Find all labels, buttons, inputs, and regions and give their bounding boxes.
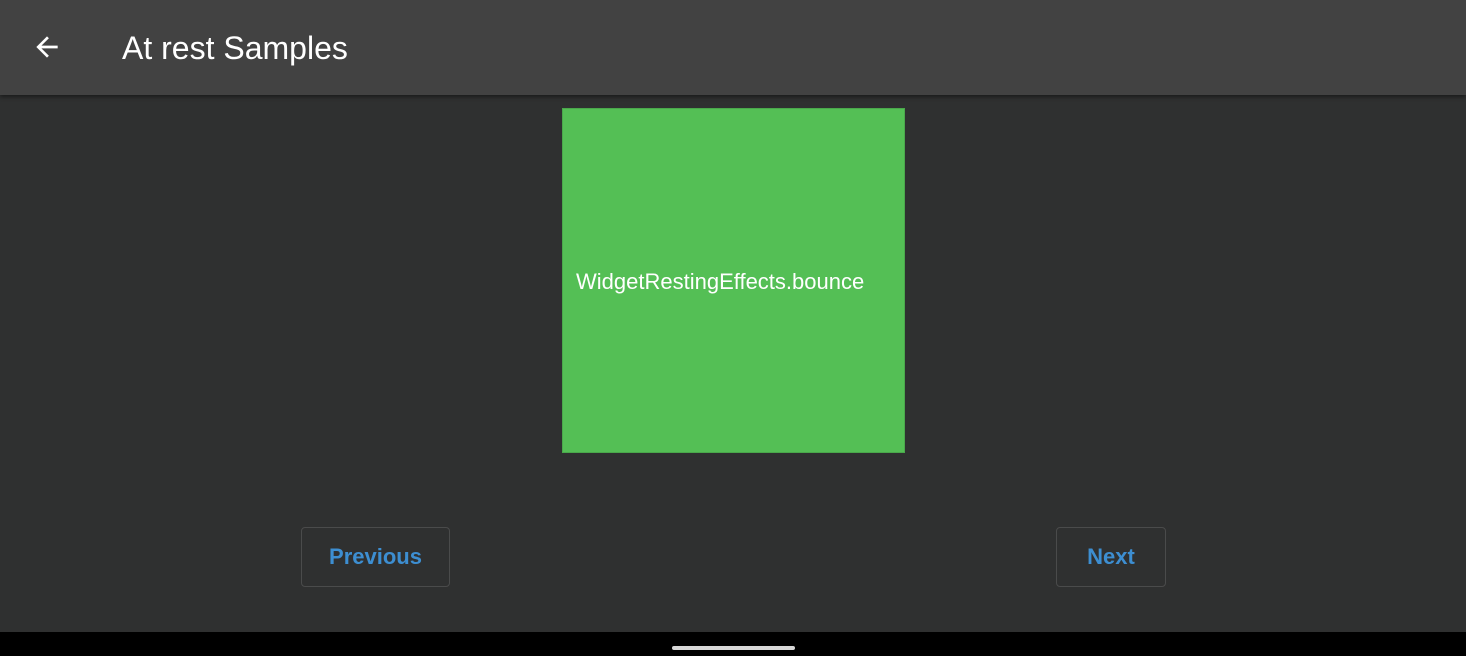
- sample-widget: WidgetRestingEffects.bounce: [562, 108, 905, 453]
- arrow-left-icon: [36, 36, 58, 58]
- page-title: At rest Samples: [122, 30, 348, 66]
- system-navigation-bar: [0, 632, 1466, 656]
- previous-button[interactable]: Previous: [301, 527, 450, 587]
- app-bar: At rest Samples: [0, 0, 1466, 95]
- sample-label: WidgetRestingEffects.bounce: [576, 269, 865, 294]
- main-content: WidgetRestingEffects.bounce Previous Nex…: [0, 95, 1466, 632]
- back-button[interactable]: [22, 22, 72, 72]
- home-indicator[interactable]: [672, 646, 795, 650]
- next-button[interactable]: Next: [1056, 527, 1166, 587]
